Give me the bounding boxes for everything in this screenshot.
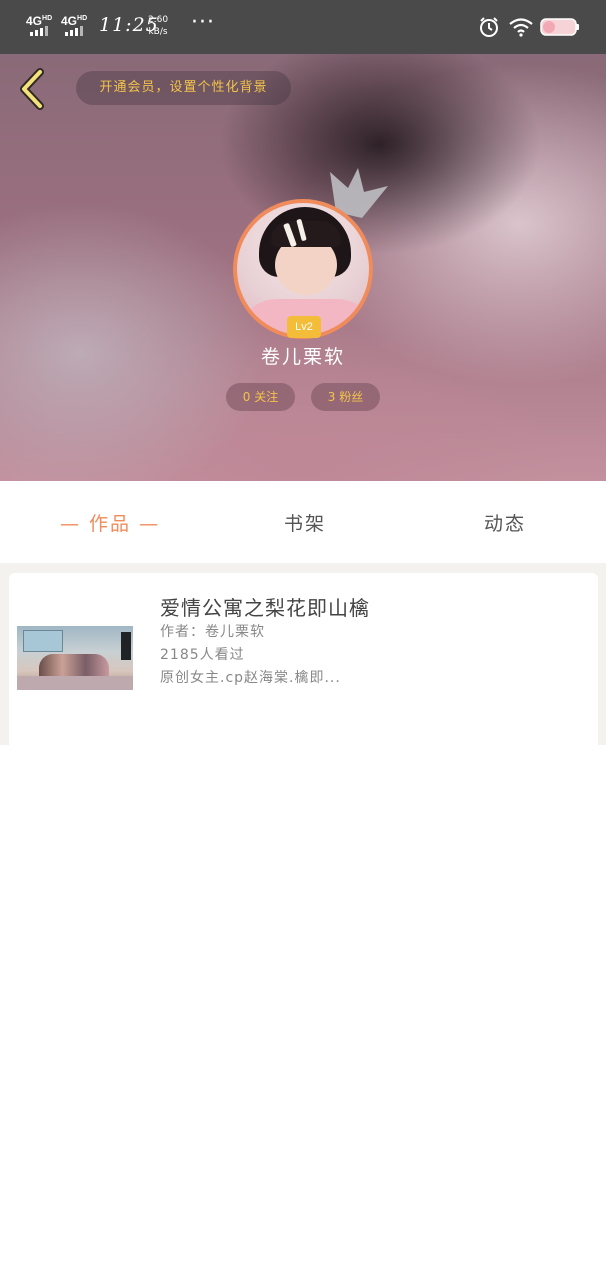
tab-bookshelf[interactable]: 书架 — [284, 509, 326, 536]
tab-works[interactable]: — 作品 — — [60, 509, 160, 536]
signal-icon — [65, 26, 83, 36]
profile-tabs: — 作品 — 书架 动态 — [0, 481, 606, 563]
status-bar: 4GHD 4GHD 11:25 2.60 kB/s ··· — [0, 0, 606, 54]
speed-unit: kB/s — [148, 27, 168, 37]
work-card[interactable]: 爱情公寓之梨花即山檎 作者：卷儿栗软 2185人看过 原创女主.cp赵海棠.檎即… — [9, 573, 598, 745]
work-cover-image — [17, 626, 133, 690]
following-button[interactable]: 0 关注 — [226, 383, 295, 411]
network-speed: 2.60 kB/s — [148, 14, 168, 38]
signal-icon — [30, 26, 48, 36]
work-title: 爱情公寓之梨花即山檎 — [160, 596, 370, 620]
fans-button[interactable]: 3 粉丝 — [311, 383, 380, 411]
battery-icon — [540, 18, 579, 36]
wifi-icon — [509, 18, 533, 37]
profile-header: 开通会员，设置个性化背景 Lv2 卷儿栗软 0 关注 3 粉丝 — [0, 54, 606, 481]
work-author: 作者：卷儿栗软 — [160, 624, 265, 640]
speed-value: 2.60 — [148, 15, 169, 25]
more-notifications-icon: ··· — [191, 10, 215, 35]
work-description: 原创女主.cp赵海棠.檎即... — [160, 670, 341, 686]
alarm-icon — [480, 17, 498, 37]
back-button[interactable] — [14, 66, 50, 112]
username: 卷儿栗软 — [260, 346, 345, 368]
tab-moments[interactable]: 动态 — [484, 509, 526, 536]
level-badge: Lv2 — [287, 316, 321, 338]
vip-background-button[interactable]: 开通会员，设置个性化背景 — [76, 71, 291, 105]
work-views: 2185人看过 — [160, 647, 245, 663]
